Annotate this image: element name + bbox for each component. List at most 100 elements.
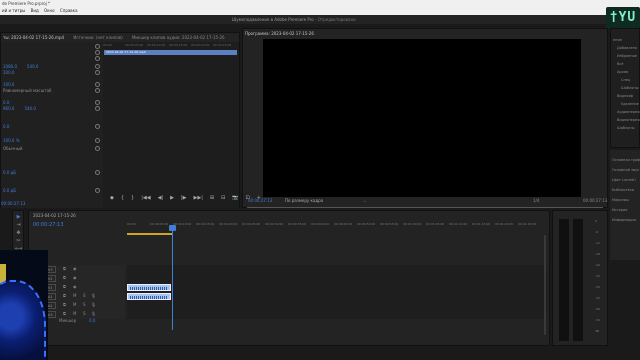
effect-property-value[interactable]: 100.0 [3,70,14,75]
mark-out-icon[interactable]: } [131,195,134,201]
ripple-edit-icon[interactable]: ✥ [15,230,22,237]
workspace-panel-item[interactable]: Информация [612,218,636,222]
reset-icon[interactable] [95,82,100,87]
track-lane[interactable] [127,310,547,319]
track-lane[interactable] [127,265,547,274]
playhead-handle[interactable] [169,225,176,231]
reset-icon[interactable] [95,124,100,129]
effects-folder-item[interactable]: Шаблоны [621,85,638,91]
effects-folder-item[interactable]: Спец [621,77,630,83]
reset-icon[interactable] [95,70,100,75]
solo-button[interactable]: S [83,302,86,307]
menu-item-titles[interactable]: ий и титры [2,8,25,13]
eye-icon[interactable]: ◉ [73,275,77,280]
effect-property-value[interactable]: 100.0 % [3,138,20,143]
workspace-panel-item[interactable]: Основная графика [612,158,640,162]
menu-item-window[interactable]: Окно [44,8,55,13]
microphone-icon[interactable]: 🎙 [91,311,96,316]
eye-icon[interactable]: ◉ [73,266,77,271]
effects-folder-item[interactable]: Видеоэф [617,93,633,99]
effects-folder-item[interactable]: Избранное [617,53,637,59]
tab-source[interactable]: Источник: (нет клипов) [73,35,122,40]
mix-track-value[interactable]: 0.0 [89,318,95,323]
effect-property-value[interactable]: 0.0 [3,124,9,129]
workspace-panel-item[interactable]: Маркеры [612,198,629,202]
effect-property-value[interactable]: 0.0 дБ [3,188,16,193]
add-button-icon[interactable]: + [257,195,261,201]
sync-lock-icon[interactable]: ⧉ [63,266,66,271]
mute-button[interactable]: M [73,293,76,298]
effects-folder-item[interactable]: ение [613,37,622,43]
track-lane[interactable] [127,283,547,292]
effect-property-value[interactable]: Равномерный масштаб [3,88,52,93]
microphone-icon[interactable]: 🎙 [91,302,96,307]
comparison-view-icon[interactable]: ⊡ [246,195,250,201]
mark-in-icon[interactable]: { [121,195,124,201]
solo-button[interactable]: S [83,293,86,298]
timeline-clip[interactable] [127,284,171,291]
reset-icon[interactable] [95,50,100,55]
reset-icon[interactable] [95,88,100,93]
eye-icon[interactable]: ◉ [73,284,77,289]
reset-icon[interactable] [95,170,100,175]
effect-property-value[interactable]: 0.0 [3,100,9,105]
mute-button[interactable]: M [73,302,76,307]
reset-icon[interactable] [95,44,100,49]
menu-item-view[interactable]: Вид [31,8,39,13]
reset-icon[interactable] [95,146,100,151]
effects-folder-item[interactable]: Шаблоны [617,125,634,131]
effect-property-value[interactable]: Обычный [3,146,23,151]
effect-controls-timecode[interactable]: 00:00:27:13 [1,201,25,206]
effect-property-value[interactable]: 960.0 [3,106,14,111]
effect-property-value-2[interactable]: 540.0 [24,106,35,111]
effect-property-value[interactable]: 0.0 дБ [3,170,16,175]
tab-program[interactable]: Программа: 2023-04-02 17-15-26 [245,31,314,36]
razor-tool-icon[interactable]: ✂ [15,238,22,245]
solo-button[interactable]: S [83,311,86,316]
microphone-icon[interactable]: 🎙 [91,293,96,298]
menu-item-help[interactable]: Справка [60,8,78,13]
step-back-icon[interactable]: ◀| [158,195,164,201]
tab-audio-clip-mixer[interactable]: Микшер клипов аудио: 2023-04-02 17-15-26 [132,35,225,40]
workspace-panel-item[interactable]: Цвет Lumetri [612,178,636,182]
program-video-screen[interactable] [263,39,581,197]
effect-property-value[interactable]: 100.0 [3,82,14,87]
track-select-icon[interactable]: ⇥ [15,222,22,229]
program-scrub-bar[interactable] [247,207,603,209]
sync-lock-icon[interactable]: ⧉ [63,293,66,298]
sync-lock-icon[interactable]: ⧉ [63,284,66,289]
export-frame-icon[interactable]: 📷 [232,195,238,201]
effect-clip-strip[interactable]: 2023-04-02 17-15-26.mp4 [104,50,237,55]
sync-lock-icon[interactable]: ⧉ [63,302,66,307]
playback-resolution-select[interactable]: 1/4 [533,198,539,203]
timeline-time-ruler[interactable]: 00:00 00:00:05:00 00:00:10:00 00:00:15:00 00… [127,222,547,234]
playhead-line[interactable] [172,226,173,330]
reset-icon[interactable] [95,100,100,105]
play-icon[interactable]: ▶ [170,195,174,201]
workspace-panel-item[interactable]: Библиотеки [612,188,634,192]
go-to-out-icon[interactable]: ▶▶| [194,195,203,201]
track-lane[interactable] [127,274,547,283]
effects-folder-item[interactable]: Добавлено [617,45,637,51]
mute-button[interactable]: M [73,311,76,316]
step-forward-icon[interactable]: |▶ [181,195,187,201]
workspace-panel-item[interactable]: История [612,208,627,212]
extract-icon[interactable]: ⊟ [221,195,225,201]
zoom-fit-select[interactable]: По размеру кадра ⌄ [285,198,366,203]
track-lane[interactable] [127,292,547,301]
selection-tool-icon[interactable]: ▶ [15,214,22,221]
effects-folder-item[interactable]: Видеопереходы [617,117,640,123]
work-area-bar[interactable] [127,233,173,235]
add-marker-icon[interactable]: ◆ [110,195,114,201]
scrollbar-thumb[interactable] [544,235,546,335]
timeline-vertical-scrollbar[interactable] [543,235,547,335]
reset-icon[interactable] [95,106,100,111]
reset-icon[interactable] [95,56,100,61]
timeline-timecode[interactable]: 00:00:27:13 [33,222,64,228]
reset-icon[interactable] [95,138,100,143]
tab-effect-controls[interactable]: ты: 2023-04-02 17-15-26.mp4 [3,35,64,40]
lift-icon[interactable]: ⊞ [210,195,214,201]
track-lane[interactable] [127,301,547,310]
go-to-in-icon[interactable]: |◀◀ [141,195,150,201]
workspace-panel-item[interactable]: Основной звук [612,168,639,172]
